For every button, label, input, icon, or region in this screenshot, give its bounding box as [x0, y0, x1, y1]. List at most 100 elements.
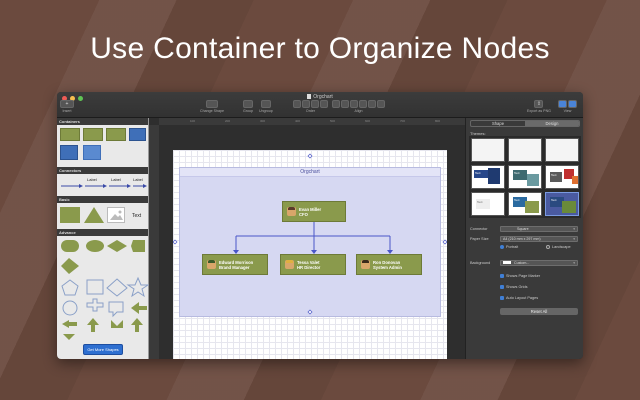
- landscape-radio[interactable]: Landscape: [546, 245, 571, 249]
- avatar: [285, 260, 294, 269]
- radio-empty-icon: [546, 245, 550, 249]
- connector-lines[interactable]: [180, 168, 442, 318]
- connector-value: Square: [517, 227, 529, 231]
- avatar: [361, 260, 370, 269]
- background-label: Background: [470, 261, 491, 265]
- chevron-down-icon: ▾: [573, 261, 575, 265]
- connector-label: Connector: [470, 227, 488, 231]
- connector-select[interactable]: Square ▾: [500, 226, 578, 232]
- containers-grid: [57, 125, 148, 167]
- org-node-system-admin[interactable]: Ron Donovan System Admin: [356, 254, 422, 275]
- tab-design[interactable]: Design: [525, 121, 579, 126]
- background-select[interactable]: Custom... ▾: [500, 260, 578, 266]
- advance-shapes[interactable]: [57, 236, 149, 342]
- section-basic: Basic: [57, 196, 148, 203]
- tab-shape[interactable]: Shape: [471, 121, 525, 126]
- show-page-marker-checkbox[interactable]: Shows Page Marker: [500, 274, 540, 278]
- ruler-tick: 300: [260, 119, 266, 123]
- node-name: Evan Miller: [299, 206, 322, 212]
- themes-grid: Text Text Text Text Text Text: [469, 136, 581, 218]
- change-shape-button[interactable]: Change Shape: [200, 100, 224, 113]
- inspector-toggle-icon[interactable]: [568, 100, 577, 108]
- align-right-icon[interactable]: [350, 100, 358, 108]
- reset-all-button[interactable]: Reset All: [500, 308, 578, 315]
- container-shape[interactable]: [60, 128, 80, 141]
- text-shape[interactable]: Text: [132, 213, 141, 219]
- ruler-tick: 500: [330, 119, 336, 123]
- theme-thumbnail[interactable]: [545, 138, 579, 162]
- container-shape[interactable]: [83, 145, 101, 160]
- bring-forward-icon[interactable]: [302, 100, 310, 108]
- org-node-brand-manager[interactable]: Edward Morrison Brand Manager: [202, 254, 268, 275]
- plus-icon: +: [60, 100, 74, 108]
- portrait-radio[interactable]: Portrait: [500, 245, 518, 249]
- connector-label: Label: [111, 177, 121, 182]
- basic-grid: Text: [57, 203, 148, 229]
- triangle-shape[interactable]: [83, 206, 105, 224]
- ungroup-button[interactable]: Ungroup: [259, 100, 273, 113]
- export-png-button[interactable]: ⇪ Export as PNG: [527, 100, 551, 113]
- shape-library: Containers Connectors Label Label Label …: [57, 118, 149, 359]
- auto-layout-pages-checkbox[interactable]: Auto Layout Pages: [500, 296, 538, 300]
- theme-thumbnail[interactable]: [471, 138, 505, 162]
- node-name: Tessa Valet: [297, 259, 320, 265]
- theme-thumbnail[interactable]: Text: [508, 165, 542, 189]
- show-grids-checkbox[interactable]: Shows Grids: [500, 285, 528, 289]
- checkbox-checked-icon: [500, 296, 504, 300]
- align-left-icon[interactable]: [332, 100, 340, 108]
- container-shape[interactable]: [83, 128, 103, 141]
- rectangle-shape[interactable]: [60, 207, 80, 223]
- order-controls[interactable]: Order: [293, 100, 328, 113]
- inspector-tabs: Shape Design: [470, 120, 580, 127]
- align-middle-icon[interactable]: [368, 100, 376, 108]
- shape-icon: [205, 100, 218, 108]
- container-shape[interactable]: [106, 128, 126, 141]
- theme-thumbnail[interactable]: Text: [471, 165, 505, 189]
- align-top-icon[interactable]: [359, 100, 367, 108]
- connectors-grid: Label Label Label: [57, 174, 148, 196]
- node-title: Brand Manager: [219, 264, 250, 270]
- connector-label: Label: [133, 177, 143, 182]
- ruler-tick: 200: [225, 119, 231, 123]
- align-center-icon[interactable]: [341, 100, 349, 108]
- send-back-icon[interactable]: [320, 100, 328, 108]
- align-controls[interactable]: Align: [332, 100, 385, 113]
- theme-thumbnail[interactable]: Text: [545, 165, 579, 189]
- paper-size-label: Paper Size: [470, 237, 489, 241]
- group-button[interactable]: Group: [243, 100, 253, 113]
- send-backward-icon[interactable]: [311, 100, 319, 108]
- node-title: System Admin: [373, 264, 402, 270]
- orgchart-container[interactable]: Orgchart Evan Miller CFO Edward Morrison…: [179, 167, 441, 317]
- align-bottom-icon[interactable]: [377, 100, 385, 108]
- bring-front-icon[interactable]: [293, 100, 301, 108]
- view-button[interactable]: View: [558, 100, 577, 113]
- node-title: CFO: [299, 211, 308, 217]
- titlebar: Orgchart + Insert Change Shape Group Ung…: [57, 92, 583, 118]
- ruler-tick: 100: [190, 119, 196, 123]
- group-icon: [243, 100, 253, 108]
- section-advance: Advance: [57, 229, 148, 236]
- theme-thumbnail-selected[interactable]: Text: [545, 192, 579, 216]
- sidebar-toggle-icon[interactable]: [558, 100, 567, 108]
- theme-thumbnail[interactable]: Text: [508, 192, 542, 216]
- org-node-hr-director[interactable]: Tessa Valet HR Director: [280, 254, 346, 275]
- theme-thumbnail[interactable]: Text: [471, 192, 505, 216]
- vertical-ruler: [149, 125, 159, 359]
- org-node-cfo[interactable]: Evan Miller CFO: [282, 201, 346, 222]
- node-title: HR Director: [297, 264, 321, 270]
- container-shape[interactable]: [129, 128, 146, 141]
- paper-size-select[interactable]: A4 (210 mm x 297 mm) ▾: [500, 236, 578, 242]
- canvas-page[interactable]: Orgchart Evan Miller CFO Edward Morrison…: [173, 150, 447, 359]
- chevron-down-icon: ▾: [573, 237, 575, 241]
- canvas-area[interactable]: 100 200 300 400 500 600 700 800 Orgchart: [149, 118, 465, 359]
- image-shape-icon[interactable]: [107, 207, 125, 223]
- get-more-shapes-button[interactable]: Get More Shapes: [83, 344, 123, 355]
- section-connectors: Connectors: [57, 167, 148, 174]
- insert-button[interactable]: + Insert: [60, 100, 74, 113]
- inspector-panel: Shape Design Themes: Text Text Text Text: [465, 118, 583, 359]
- radio-selected-icon: [500, 245, 504, 249]
- document-icon: [307, 94, 312, 100]
- theme-thumbnail[interactable]: [508, 138, 542, 162]
- avatar: [207, 260, 216, 269]
- container-shape[interactable]: [60, 145, 78, 160]
